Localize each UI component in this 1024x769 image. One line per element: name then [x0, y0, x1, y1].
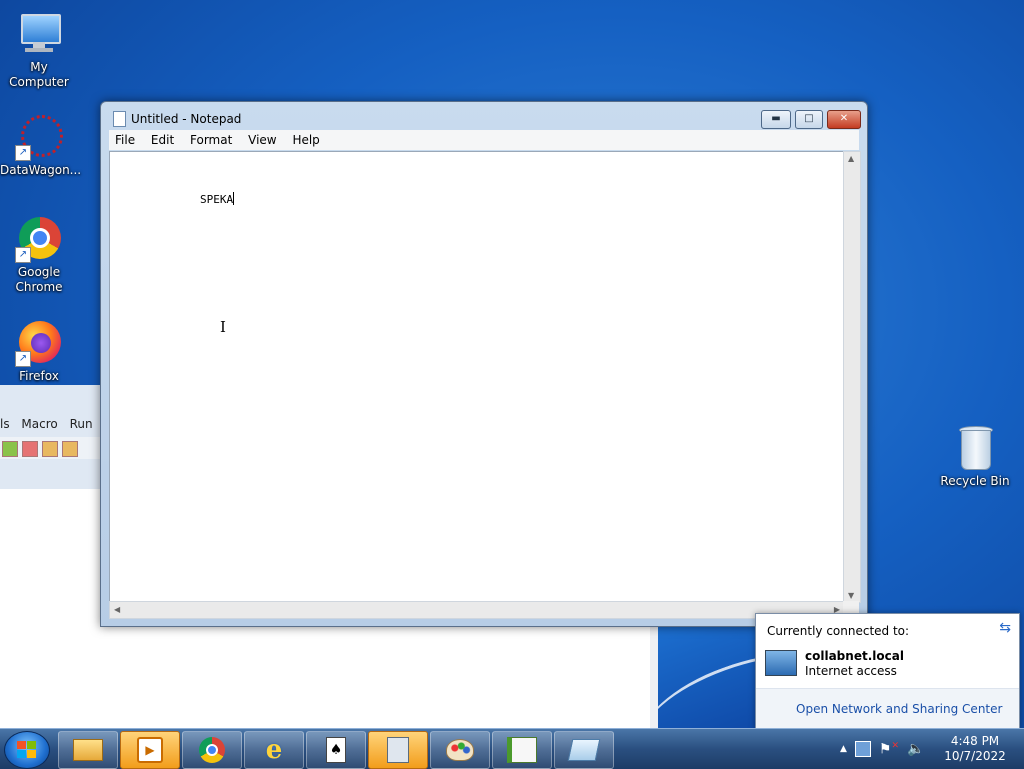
macro-editor-icon — [507, 737, 537, 763]
vertical-scrollbar[interactable]: ▲ ▼ — [843, 151, 861, 603]
desktop-icon-label: Google Chrome — [15, 265, 63, 294]
start-button[interactable] — [4, 731, 50, 769]
taskbar-chrome-button[interactable] — [182, 731, 242, 769]
editor-content: SPEKA — [200, 192, 235, 206]
taskbar-macro-editor-button[interactable] — [492, 731, 552, 769]
recycle-bin-icon — [951, 424, 999, 472]
background-window-toolbar — [0, 437, 100, 459]
desktop-icon-label: Recycle Bin — [940, 474, 1010, 488]
window-title: Untitled - Notepad — [131, 112, 242, 126]
scroll-down-arrow-icon[interactable]: ▼ — [848, 591, 854, 600]
desktop-icon-label: My Computer — [9, 60, 69, 89]
notepad-icon — [567, 739, 601, 761]
scroll-up-arrow-icon[interactable]: ▲ — [848, 154, 854, 163]
network-domain-icon — [765, 650, 797, 676]
clock[interactable]: 4:48 PM 10/7/2022 — [940, 734, 1010, 764]
desktop-preview-area — [658, 625, 758, 728]
menu-help[interactable]: Help — [286, 130, 325, 150]
title-bar[interactable]: Untitled - Notepad ▬ □ ✕ — [101, 102, 867, 130]
chrome-icon: ↗ — [15, 215, 63, 263]
desktop-icon-firefox[interactable]: ↗ Firefox — [0, 319, 78, 384]
scroll-left-arrow-icon[interactable]: ◀ — [114, 605, 120, 614]
background-window[interactable]: ls Macro Run — [0, 385, 100, 490]
taskbar-media-player-button[interactable]: ▶ — [120, 731, 180, 769]
toolbar-icon[interactable] — [22, 441, 38, 457]
toolbar-icon[interactable] — [62, 441, 78, 457]
calculator-icon — [387, 737, 409, 763]
internet-explorer-icon: e — [265, 735, 283, 765]
taskbar-solitaire-button[interactable]: ♠ — [306, 731, 366, 769]
taskbar-notepad-button[interactable] — [554, 731, 614, 769]
desktop-icon-datawagon[interactable]: ↗ DataWagon... — [0, 113, 82, 178]
shortcut-arrow-icon: ↗ — [15, 351, 31, 367]
taskbar: ▶ e ♠ ▲ ⚑✕ 🔈 4:48 PM 10/7/2022 — [0, 728, 1024, 769]
windows-logo-icon — [17, 741, 37, 759]
menu-edit[interactable]: Edit — [145, 130, 180, 150]
network-heading: Currently connected to: — [767, 624, 910, 638]
network-name: collabnet.local — [805, 649, 904, 663]
notepad-icon — [113, 111, 126, 127]
taskbar-paint-button[interactable] — [430, 731, 490, 769]
paint-icon — [446, 739, 474, 761]
network-tray-icon[interactable] — [854, 741, 871, 757]
menu-item-macro[interactable]: Macro — [21, 417, 57, 431]
background-window-menubar: ls Macro Run — [0, 417, 101, 431]
solitaire-icon: ♠ — [326, 737, 346, 763]
open-network-sharing-center-link[interactable]: Open Network and Sharing Center — [796, 702, 1002, 716]
toolbar-icon[interactable] — [2, 441, 18, 457]
taskbar-calculator-button[interactable] — [368, 731, 428, 769]
show-hidden-icons-arrow-icon[interactable]: ▲ — [840, 744, 847, 754]
desktop-icon-my-computer[interactable]: My Computer — [0, 10, 78, 90]
menu-item[interactable]: ls — [0, 417, 10, 431]
system-tray: ▲ ⚑✕ 🔈 — [840, 729, 924, 769]
firefox-icon: ↗ — [15, 319, 63, 367]
horizontal-scrollbar[interactable]: ◀ ▶ — [109, 601, 845, 619]
desktop-icon-google-chrome[interactable]: ↗ Google Chrome — [0, 215, 78, 295]
editor-text: SPEKA — [200, 193, 234, 206]
menu-file[interactable]: File — [109, 130, 141, 150]
shortcut-arrow-icon: ↗ — [15, 247, 31, 263]
desktop-icon-recycle-bin[interactable]: Recycle Bin — [936, 424, 1014, 489]
computer-icon — [15, 10, 63, 58]
clock-date: 10/7/2022 — [944, 749, 1006, 763]
notepad-window[interactable]: Untitled - Notepad ▬ □ ✕ File Edit Forma… — [100, 101, 868, 627]
datawagon-icon: ↗ — [15, 113, 63, 161]
text-editor-area[interactable]: SPEKA I — [109, 151, 844, 603]
clock-time: 4:48 PM — [950, 734, 1000, 748]
chrome-icon — [199, 737, 225, 763]
toolbar-icon[interactable] — [42, 441, 58, 457]
menu-item-run[interactable]: Run — [70, 417, 93, 431]
minimize-button[interactable]: ▬ — [761, 110, 791, 129]
ibeam-cursor-icon: I — [220, 318, 226, 336]
background-window-edge — [650, 625, 658, 728]
shortcut-arrow-icon: ↗ — [15, 145, 31, 161]
action-center-flag-icon[interactable]: ⚑✕ — [879, 741, 899, 758]
taskbar-explorer-button[interactable] — [58, 731, 118, 769]
desktop-icon-label: Firefox — [19, 369, 59, 383]
refresh-icon[interactable]: ⇆ — [999, 620, 1011, 636]
menu-format[interactable]: Format — [184, 130, 238, 150]
network-status: Internet access — [805, 664, 897, 678]
volume-icon[interactable]: 🔈 — [907, 741, 924, 757]
desktop-icon-label: DataWagon... — [0, 163, 82, 177]
text-caret — [233, 192, 235, 205]
windows-explorer-icon — [73, 739, 103, 761]
media-player-icon: ▶ — [137, 737, 163, 763]
network-popup-footer: Open Network and Sharing Center — [756, 688, 1019, 729]
close-button[interactable]: ✕ — [827, 110, 861, 129]
menu-bar: File Edit Format View Help — [109, 130, 859, 150]
menu-view[interactable]: View — [242, 130, 282, 150]
taskbar-ie-button[interactable]: e — [244, 731, 304, 769]
network-popup: Currently connected to: ⇆ collabnet.loca… — [755, 613, 1020, 730]
maximize-button[interactable]: □ — [795, 110, 823, 129]
